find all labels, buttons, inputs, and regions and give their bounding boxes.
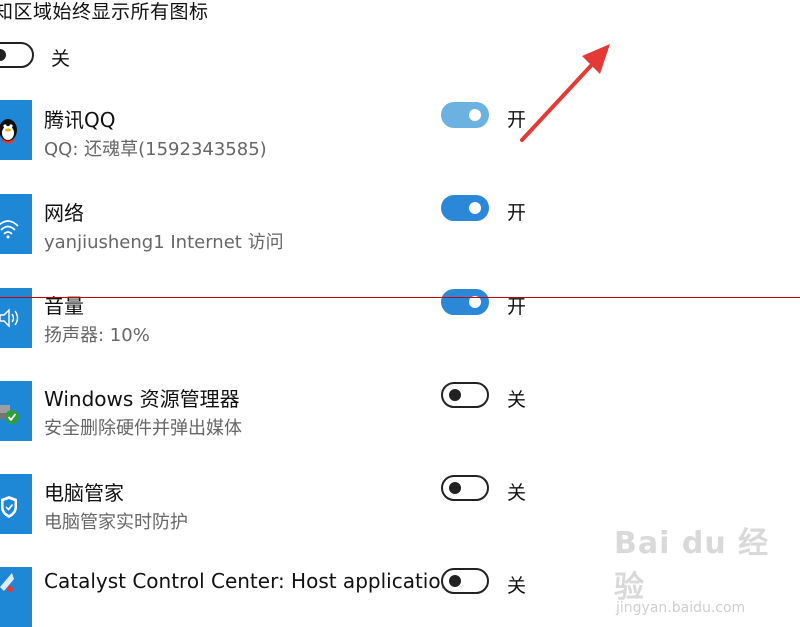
app-description: 安全删除硬件并弹出媒体 bbox=[44, 418, 242, 439]
wifi-icon bbox=[0, 194, 32, 254]
qq-penguin-icon bbox=[0, 100, 32, 160]
app-description: QQ: 还魂草(1592343585) bbox=[44, 139, 267, 160]
volume-toggle[interactable] bbox=[441, 289, 489, 315]
annotation-line bbox=[0, 297, 800, 298]
catalyst-icon bbox=[0, 567, 32, 627]
toggle-knob bbox=[469, 109, 481, 121]
section-title: 知区域始终显示所有图标 bbox=[0, 1, 209, 23]
toggle-knob bbox=[449, 482, 461, 494]
network-toggle[interactable] bbox=[441, 195, 489, 221]
app-name: Catalyst Control Center: Host applicatio… bbox=[44, 569, 454, 593]
baidu-jingyan-watermark: Bai du 经验 jingyan.baidu.com bbox=[614, 518, 800, 616]
toggle-knob bbox=[0, 49, 6, 61]
app-description: 扬声器: 10% bbox=[44, 325, 150, 346]
pc-manager-state: 关 bbox=[507, 482, 527, 504]
pc-manager-toggle[interactable] bbox=[441, 475, 489, 501]
network-state: 开 bbox=[507, 202, 527, 224]
app-description: yanjiusheng1 Internet 访问 bbox=[44, 232, 284, 253]
safely-remove-hardware-icon bbox=[0, 381, 32, 441]
toggle-knob bbox=[449, 389, 461, 401]
always-show-state: 关 bbox=[51, 48, 71, 70]
app-name: 音量 bbox=[44, 294, 84, 318]
watermark-url: jingyan.baidu.com bbox=[616, 600, 746, 616]
explorer-state: 关 bbox=[507, 389, 527, 411]
catalyst-state: 关 bbox=[507, 575, 527, 597]
watermark-logo-text: Bai du 经验 bbox=[614, 526, 770, 605]
app-name: Windows 资源管理器 bbox=[44, 387, 240, 411]
explorer-toggle[interactable] bbox=[441, 382, 489, 408]
catalyst-toggle[interactable] bbox=[441, 568, 489, 594]
qq-state: 开 bbox=[507, 109, 527, 131]
app-name: 腾讯QQ bbox=[44, 108, 116, 132]
app-name: 网络 bbox=[44, 201, 84, 225]
always-show-icons-toggle[interactable] bbox=[0, 42, 34, 68]
shield-icon bbox=[0, 474, 32, 534]
toggle-knob bbox=[449, 575, 461, 587]
qq-toggle[interactable] bbox=[441, 102, 489, 128]
toggle-knob bbox=[469, 202, 481, 214]
app-description: 电脑管家实时防护 bbox=[44, 512, 188, 533]
app-name: 电脑管家 bbox=[44, 481, 124, 505]
